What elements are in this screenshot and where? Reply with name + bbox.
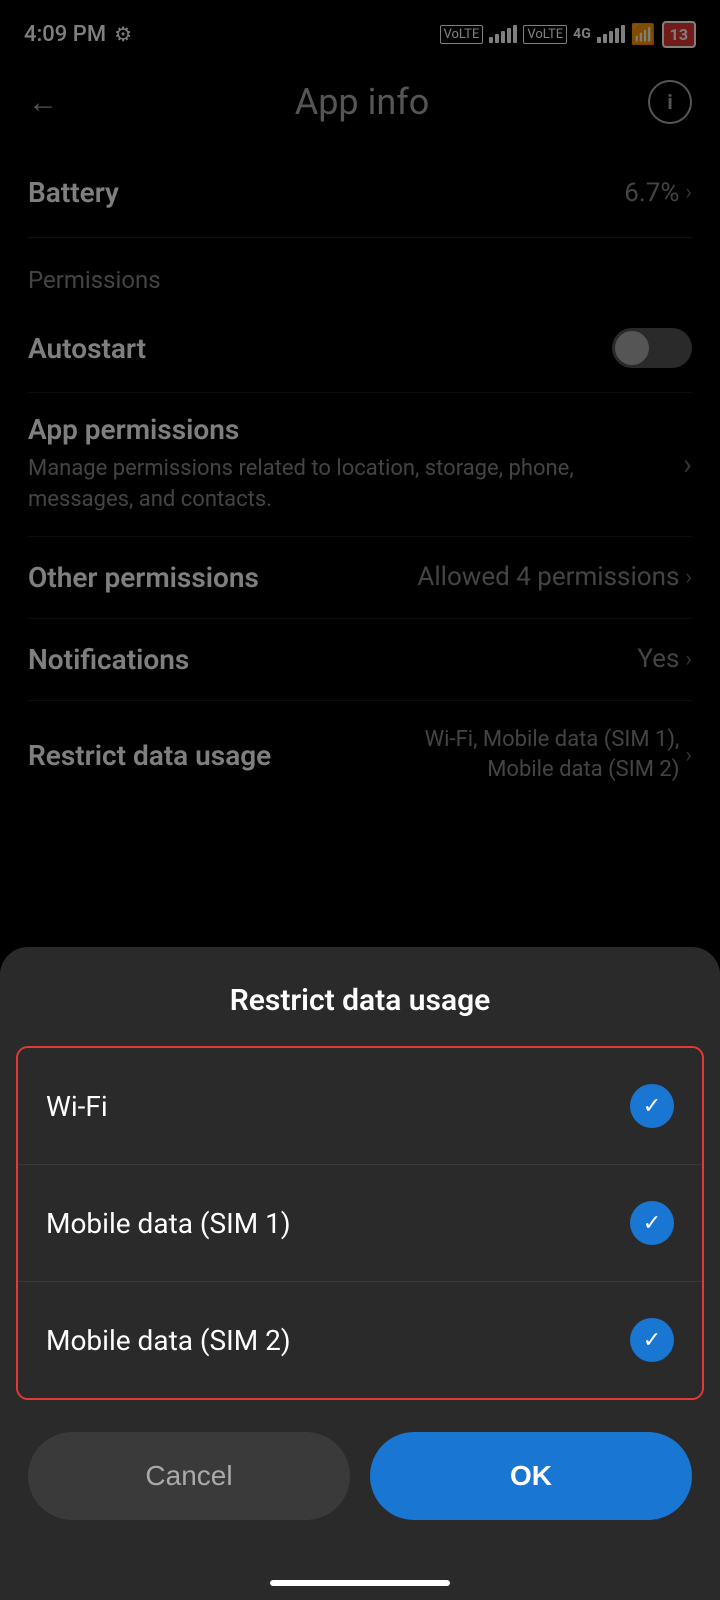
sim1-checkbox[interactable]: ✓ [630, 1201, 674, 1245]
sim1-option[interactable]: Mobile data (SIM 1) ✓ [18, 1165, 702, 1282]
restrict-data-dialog: Restrict data usage Wi-Fi ✓ Mobile data … [0, 947, 720, 1600]
home-indicator [270, 1580, 450, 1586]
wifi-option-label: Wi-Fi [46, 1090, 108, 1123]
dialog-actions: Cancel OK [0, 1400, 720, 1540]
sim2-option-label: Mobile data (SIM 2) [46, 1324, 291, 1357]
wifi-option[interactable]: Wi-Fi ✓ [18, 1048, 702, 1165]
ok-button[interactable]: OK [370, 1432, 692, 1520]
sim2-option[interactable]: Mobile data (SIM 2) ✓ [18, 1282, 702, 1398]
options-list: Wi-Fi ✓ Mobile data (SIM 1) ✓ Mobile dat… [16, 1046, 704, 1400]
cancel-button[interactable]: Cancel [28, 1432, 350, 1520]
wifi-checkbox[interactable]: ✓ [630, 1084, 674, 1128]
check-icon: ✓ [643, 1328, 661, 1353]
check-icon: ✓ [643, 1211, 661, 1236]
sim1-option-label: Mobile data (SIM 1) [46, 1207, 291, 1240]
dialog-title: Restrict data usage [0, 947, 720, 1046]
sim2-checkbox[interactable]: ✓ [630, 1318, 674, 1362]
check-icon: ✓ [643, 1094, 661, 1119]
